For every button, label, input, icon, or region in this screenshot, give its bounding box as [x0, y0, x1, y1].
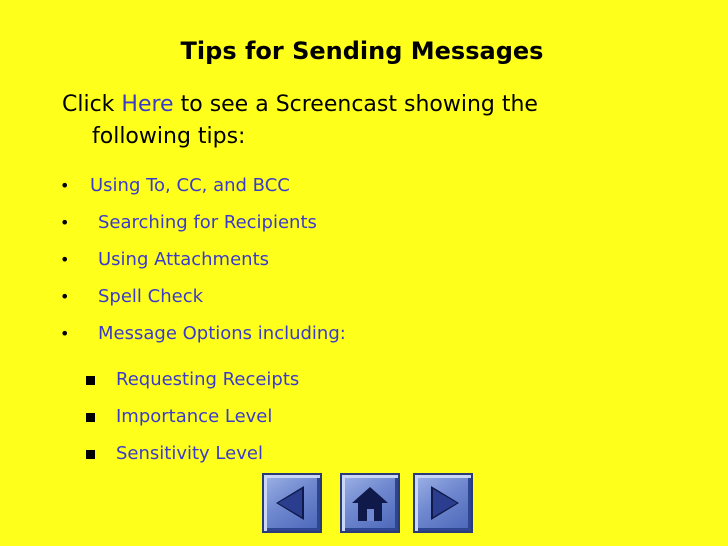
- list-item: • Message Options including:: [60, 320, 420, 357]
- slide-title-text: Tips for Sending Messages: [180, 37, 544, 65]
- tip-link-searching-recipients[interactable]: Searching for Recipients: [98, 209, 317, 237]
- triangle-left-icon: [276, 486, 304, 520]
- home-button[interactable]: [340, 473, 400, 533]
- list-item: • Using To, CC, and BCC: [60, 172, 380, 209]
- intro-line2: following tips:: [92, 124, 246, 149]
- intro-prefix: Click: [62, 92, 115, 117]
- option-link-requesting-receipts[interactable]: Requesting Receipts: [116, 366, 299, 394]
- tips-list: • Using To, CC, and BCC • Searching for …: [60, 172, 420, 357]
- bullet-icon: •: [60, 213, 70, 232]
- list-item: Requesting Receipts: [86, 366, 346, 403]
- screencast-link[interactable]: Here: [121, 92, 173, 117]
- bullet-icon: •: [60, 287, 70, 306]
- slide-title: Tips for Sending Messages: [0, 36, 728, 66]
- bullet-icon: •: [60, 176, 70, 195]
- bullet-icon: •: [60, 324, 70, 343]
- next-button[interactable]: [413, 473, 473, 533]
- square-bullet-icon: [86, 413, 95, 422]
- list-item: Importance Level: [86, 403, 346, 440]
- house-icon: [352, 487, 388, 521]
- triangle-right-icon: [431, 486, 459, 520]
- square-bullet-icon: [86, 450, 95, 459]
- intro-paragraph: Click Here to see a Screencast showing t…: [62, 89, 682, 153]
- option-link-importance-level[interactable]: Importance Level: [116, 403, 272, 431]
- previous-button[interactable]: [262, 473, 322, 533]
- list-item: • Searching for Recipients: [60, 209, 380, 246]
- tip-link-attachments[interactable]: Using Attachments: [98, 246, 269, 274]
- message-options-list: Requesting Receipts Importance Level Sen…: [86, 366, 346, 477]
- option-link-sensitivity-level[interactable]: Sensitivity Level: [116, 440, 263, 468]
- list-item: • Spell Check: [60, 283, 380, 320]
- bullet-icon: •: [60, 250, 70, 269]
- tip-link-to-cc-bcc[interactable]: Using To, CC, and BCC: [90, 172, 290, 200]
- tip-link-message-options[interactable]: Message Options including:: [98, 320, 346, 348]
- square-bullet-icon: [86, 376, 95, 385]
- list-item: • Using Attachments: [60, 246, 380, 283]
- list-item: Sensitivity Level: [86, 440, 346, 477]
- intro-suffix: to see a Screencast showing the: [180, 92, 538, 117]
- tip-link-spell-check[interactable]: Spell Check: [98, 283, 203, 311]
- slide: Tips for Sending Messages Click Here to …: [0, 0, 728, 546]
